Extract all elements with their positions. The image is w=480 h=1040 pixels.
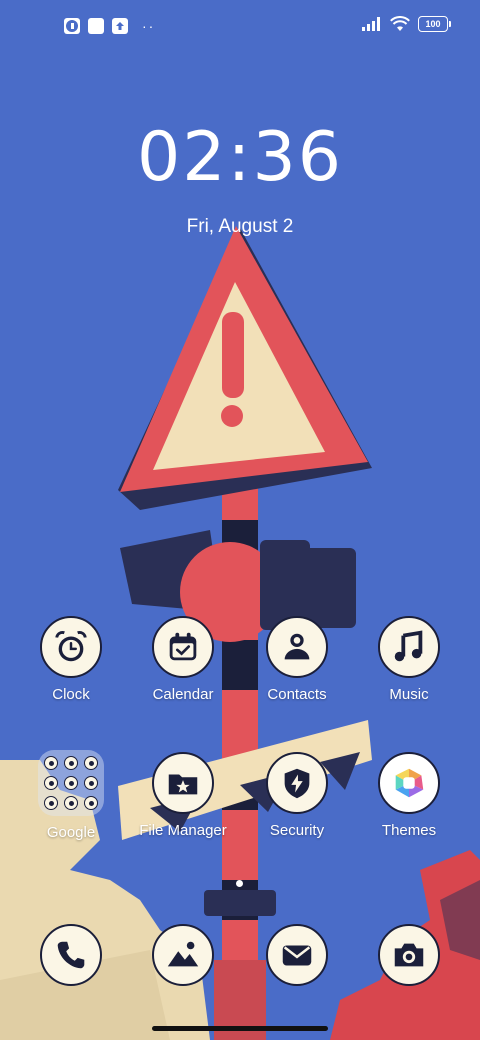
maps-icon — [84, 756, 98, 770]
dock-camera[interactable] — [354, 924, 464, 986]
app-notification-icon — [64, 18, 80, 34]
square-notification-icon — [88, 18, 104, 34]
battery-icon: 100 — [418, 16, 451, 32]
alarm-clock-icon[interactable] — [40, 616, 102, 678]
battery-level: 100 — [425, 19, 441, 29]
app-label-file-manager: File Manager — [139, 822, 227, 839]
cellular-signal-icon — [362, 17, 380, 31]
files-icon — [64, 796, 78, 810]
youtube-icon — [44, 776, 58, 790]
clock-date[interactable]: Fri, August 2 — [0, 216, 480, 238]
more-notifications-indicator: ·· — [142, 18, 156, 34]
dock-messages[interactable] — [242, 924, 352, 986]
dock-gallery[interactable] — [128, 924, 238, 986]
app-label-music: Music — [389, 686, 429, 703]
system-indicators: 100 — [362, 16, 451, 32]
app-music[interactable]: Music — [354, 616, 464, 703]
shield-bolt-icon[interactable] — [266, 752, 328, 814]
gallery-icon[interactable] — [152, 924, 214, 986]
gmail-icon — [64, 756, 78, 770]
app-label-calendar: Calendar — [152, 686, 214, 703]
page-indicator — [236, 880, 243, 887]
app-label-contacts: Contacts — [267, 686, 327, 703]
notification-icons: ·· — [64, 18, 155, 34]
app-calendar[interactable]: Calendar — [128, 616, 238, 703]
wifi-icon — [390, 16, 410, 31]
music-note-icon[interactable] — [378, 616, 440, 678]
camera-icon[interactable] — [378, 924, 440, 986]
drive-icon — [84, 776, 98, 790]
themes-icon[interactable] — [378, 752, 440, 814]
app-label-themes: Themes — [381, 822, 437, 839]
phone-icon[interactable] — [40, 924, 102, 986]
status-bar: ·· 100 — [0, 0, 480, 56]
app-label-clock: Clock — [52, 686, 90, 703]
app-label-google: Google — [46, 824, 96, 841]
folder-star-icon[interactable] — [152, 752, 214, 814]
app-clock[interactable]: Clock — [16, 616, 126, 703]
home-gesture-bar[interactable] — [152, 1026, 328, 1031]
app-themes[interactable]: Themes — [354, 752, 464, 839]
app-label-security: Security — [269, 822, 325, 839]
photos-icon — [44, 796, 58, 810]
app-file-manager[interactable]: File Manager — [128, 752, 238, 839]
app-security[interactable]: Security — [242, 752, 352, 839]
chrome-icon — [44, 756, 58, 770]
google-icon — [64, 776, 78, 790]
folder-google[interactable]: Google — [16, 750, 126, 841]
clock-time[interactable]: 02:36 — [0, 118, 480, 197]
google-folder-icon[interactable] — [38, 750, 104, 816]
camera-app-icon — [84, 796, 98, 810]
calendar-icon[interactable] — [152, 616, 214, 678]
messages-icon[interactable] — [266, 924, 328, 986]
dock-phone[interactable] — [16, 924, 126, 986]
contacts-icon[interactable] — [266, 616, 328, 678]
app-contacts[interactable]: Contacts — [242, 616, 352, 703]
upload-icon — [112, 18, 128, 34]
